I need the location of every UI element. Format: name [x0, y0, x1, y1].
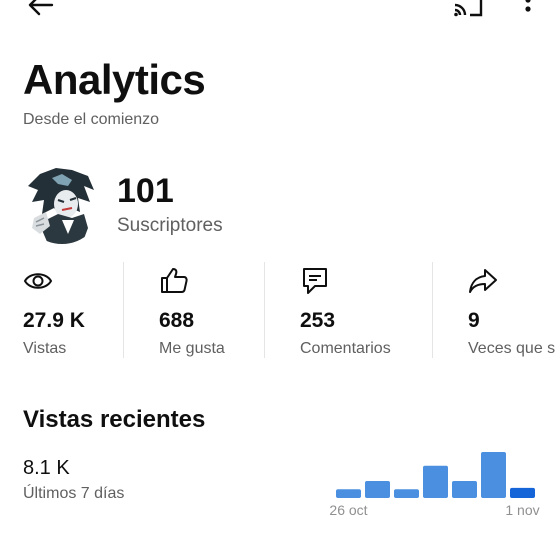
page-subtitle: Desde el comienzo	[23, 111, 160, 128]
stat-views[interactable]: 27.9 K Vistas	[23, 262, 118, 358]
channel-avatar[interactable]	[22, 164, 102, 244]
page-title: Analytics	[23, 56, 206, 103]
stat-likes[interactable]: 688 Me gusta	[159, 262, 259, 358]
chart-bar-1-nov[interactable]	[510, 487, 535, 498]
thumbs-up-icon	[161, 268, 188, 293]
likes-value: 688	[159, 309, 195, 332]
chart-bar-27-oct[interactable]	[365, 480, 390, 498]
chart-bar-31-oct[interactable]	[481, 452, 506, 498]
comments-label: Comentarios	[300, 340, 391, 357]
chart-bar-29-oct[interactable]	[423, 465, 448, 498]
more-vertical-icon[interactable]	[521, 0, 535, 18]
likes-label: Me gusta	[159, 340, 225, 357]
stats-divider	[123, 262, 124, 358]
x-tick-label-first: 26 oct	[329, 502, 367, 518]
back-arrow-icon[interactable]	[26, 0, 54, 16]
stat-shares[interactable]: 9 Veces que s	[468, 262, 560, 358]
stats-row: 27.9 K Vistas 688 Me gusta 253 Comentari…	[0, 262, 560, 358]
recent-views-chart[interactable]: 26 oct 1 nov	[0, 440, 560, 530]
stats-divider	[264, 262, 265, 358]
share-icon	[469, 269, 497, 293]
chart-bar-28-oct[interactable]	[394, 489, 419, 498]
chart-bar-26-oct[interactable]	[336, 489, 361, 498]
subscriber-count: 101	[117, 172, 174, 210]
avatar-image	[22, 164, 102, 244]
recent-views-title: Vistas recientes	[23, 406, 206, 433]
views-value: 27.9 K	[23, 309, 85, 332]
eye-icon	[23, 273, 53, 289]
comment-icon	[303, 268, 327, 294]
comments-value: 253	[300, 309, 336, 332]
stat-comments[interactable]: 253 Comentarios	[300, 262, 425, 358]
shares-label: Veces que s	[468, 340, 556, 357]
cast-icon[interactable]	[453, 0, 485, 18]
app-bar	[0, 0, 560, 24]
subscriber-label: Suscriptores	[117, 215, 223, 236]
chart-bar-30-oct[interactable]	[452, 480, 477, 498]
shares-value: 9	[468, 309, 480, 332]
x-tick-label-last: 1 nov	[505, 502, 539, 518]
stats-divider	[432, 262, 433, 358]
views-label: Vistas	[23, 340, 67, 357]
